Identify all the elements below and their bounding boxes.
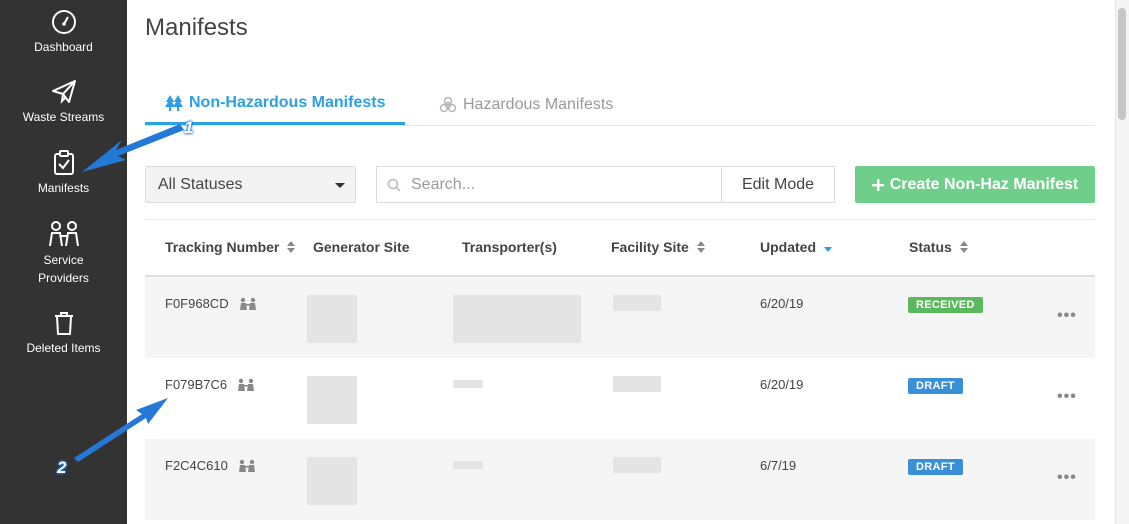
create-manifest-button[interactable]: Create Non-Haz Manifest: [855, 166, 1095, 203]
status-badge: DRAFT: [908, 378, 963, 394]
tracking-number: F2C4C610: [165, 458, 228, 473]
column-header-label: Status: [909, 239, 952, 255]
column-header-label: Facility Site: [611, 239, 689, 255]
column-header-label: Generator Site: [313, 239, 410, 255]
tracking-number-cell: F2C4C610: [165, 458, 256, 473]
divider: [145, 219, 1095, 220]
biohazard-icon: [439, 96, 457, 112]
search-icon: [387, 178, 401, 192]
sidebar-item-service-providers[interactable]: Service Providers: [0, 220, 127, 287]
sidebar-item-label: Manifests: [37, 181, 90, 195]
redacted-generator-site: [307, 457, 357, 505]
column-header-updated[interactable]: Updated: [760, 239, 832, 255]
redacted-transporter: [453, 380, 483, 388]
paper-plane-icon: [51, 80, 76, 104]
scrollbar-thumb[interactable]: [1118, 8, 1126, 120]
sidebar-item-label: Service: [43, 253, 84, 267]
tab-label: Hazardous Manifests: [463, 95, 614, 113]
column-header-label: Tracking Number: [165, 239, 280, 255]
clipboard-check-icon: [53, 150, 74, 175]
sort-icon: [287, 241, 296, 253]
sidebar-item-manifests[interactable]: Manifests: [0, 150, 127, 197]
edit-mode-button[interactable]: Edit Mode: [721, 166, 835, 203]
annotation-label-1: 1: [184, 118, 194, 137]
column-header-tracking-number[interactable]: Tracking Number: [165, 239, 296, 255]
redacted-generator-site: [307, 295, 357, 343]
sidebar-item-label: Providers: [38, 271, 89, 285]
people-icon: [48, 221, 79, 247]
column-header-generator-site: Generator Site: [313, 239, 409, 255]
sidebar-item-dashboard[interactable]: Dashboard: [0, 9, 127, 56]
redacted-generator-site: [307, 376, 357, 424]
sidebar-item-waste-streams[interactable]: Waste Streams: [0, 79, 127, 126]
people-icon: [238, 459, 255, 472]
trees-icon: [165, 95, 183, 111]
column-header-transporters: Transporter(s): [462, 239, 557, 255]
row-actions-button[interactable]: •••: [1057, 307, 1077, 325]
status-filter-select[interactable]: All Statuses: [145, 166, 356, 203]
sidebar-item-deleted-items[interactable]: Deleted Items: [0, 310, 127, 357]
tracking-number: F0F968CD: [165, 296, 229, 311]
updated-date: 6/20/19: [760, 296, 804, 311]
sort-desc-icon: [824, 246, 832, 252]
people-icon: [238, 378, 255, 391]
sidebar: Dashboard Waste Streams Manifests Servic…: [0, 0, 127, 524]
page-title: Manifests: [145, 14, 248, 41]
status-filter-value: All Statuses: [158, 175, 243, 193]
annotation-label-2: 2: [57, 458, 67, 477]
sidebar-item-label: Deleted Items: [26, 341, 101, 355]
chevron-down-icon: [335, 183, 345, 188]
manifest-tabs: Non-Hazardous Manifests Hazardous Manife…: [145, 84, 1095, 126]
sidebar-item-label: Waste Streams: [22, 110, 105, 124]
column-header-facility-site[interactable]: Facility Site: [611, 239, 705, 255]
updated-date: 6/20/19: [760, 377, 804, 392]
sidebar-item-label: Dashboard: [34, 40, 93, 54]
plus-icon: [871, 178, 884, 191]
sort-icon: [959, 241, 968, 253]
status-badge: RECEIVED: [908, 297, 983, 313]
scrollbar[interactable]: [1115, 0, 1129, 524]
redacted-transporter: [453, 295, 581, 343]
column-header-label: Updated: [760, 239, 816, 255]
main-content: Manifests Non-Hazardous Manifests Hazard…: [127, 0, 1129, 524]
sort-icon: [696, 241, 705, 253]
people-icon: [239, 297, 256, 310]
tab-label: Non-Hazardous Manifests: [189, 94, 386, 111]
column-header-label: Transporter(s): [462, 239, 557, 255]
status-badge: DRAFT: [908, 459, 963, 475]
dashboard-icon: [51, 10, 76, 34]
row-actions-button[interactable]: •••: [1057, 469, 1077, 487]
table-row[interactable]: F2C4C610 6/7/19 DRAFT •••: [145, 439, 1095, 520]
search-input[interactable]: [411, 175, 711, 194]
tracking-number: F079B7C6: [165, 377, 228, 392]
redacted-facility-site: [613, 376, 661, 392]
create-manifest-label: Create Non-Haz Manifest: [889, 175, 1079, 193]
table-row[interactable]: F079B7C6 6/20/19 DRAFT •••: [145, 358, 1095, 439]
table-row[interactable]: F0F968CD 6/20/19 RECEIVED •••: [145, 277, 1095, 358]
trash-icon: [54, 312, 73, 335]
row-actions-button[interactable]: •••: [1057, 388, 1077, 406]
updated-date: 6/7/19: [760, 458, 797, 473]
tab-hazardous[interactable]: Hazardous Manifests: [419, 84, 633, 125]
column-header-status[interactable]: Status: [909, 239, 968, 255]
tracking-number-cell: F0F968CD: [165, 296, 257, 311]
redacted-facility-site: [613, 295, 661, 311]
search-box: [376, 166, 722, 203]
tracking-number-cell: F079B7C6: [165, 377, 255, 392]
redacted-transporter: [453, 461, 483, 469]
redacted-facility-site: [613, 457, 661, 473]
